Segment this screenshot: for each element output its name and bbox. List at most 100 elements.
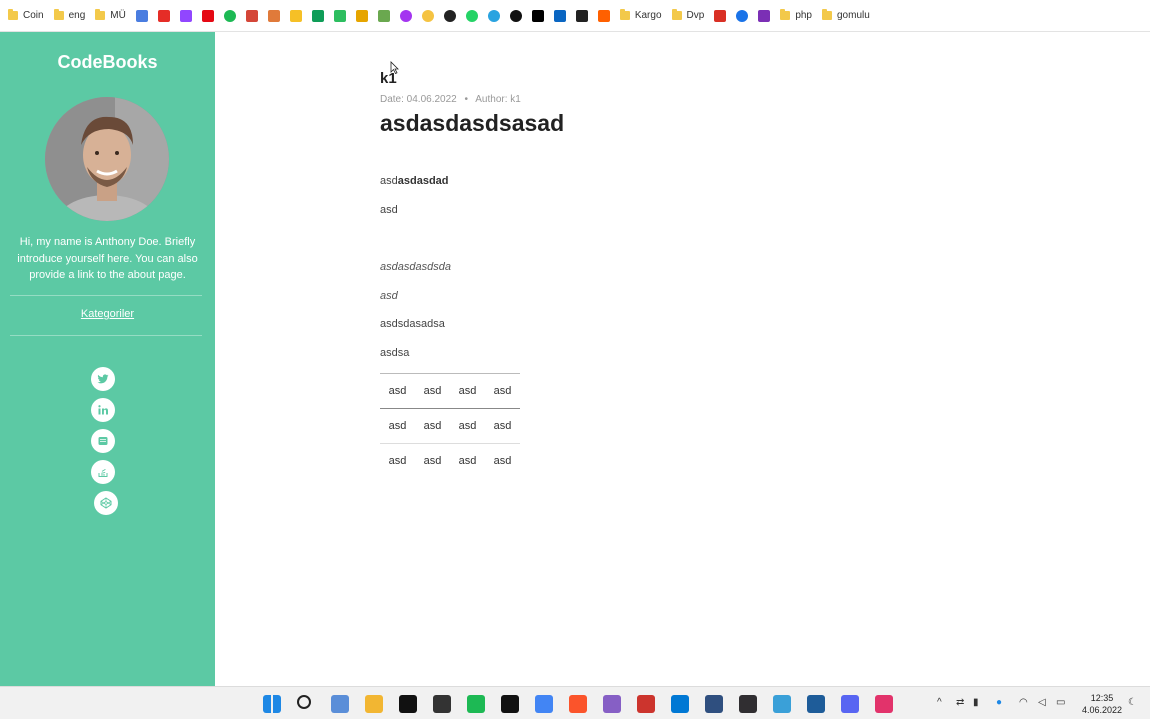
- snipping-icon[interactable]: [773, 695, 791, 713]
- bookmark-label: Dvp: [686, 10, 705, 21]
- bookmark-item[interactable]: [179, 5, 192, 27]
- spotify-icon[interactable]: [467, 695, 485, 713]
- bookmark-folder[interactable]: eng: [53, 5, 86, 27]
- folder-icon: [780, 9, 791, 20]
- bookmark-item[interactable]: [487, 5, 500, 27]
- wifi-icon[interactable]: ◠: [1019, 697, 1028, 708]
- bookmark-item[interactable]: [736, 5, 749, 27]
- bookmark-item[interactable]: [509, 5, 522, 27]
- twitter-link[interactable]: [91, 367, 115, 391]
- dev-icon[interactable]: [705, 695, 723, 713]
- tray-monitor-icon[interactable]: ▮: [973, 697, 979, 708]
- play-icon: [736, 9, 749, 22]
- volume-icon[interactable]: ◁: [1038, 697, 1046, 708]
- categories-link[interactable]: Kategoriler: [0, 308, 215, 320]
- bookmark-item[interactable]: [267, 5, 280, 27]
- chrome-icon[interactable]: [535, 695, 553, 713]
- tray-sync-icon[interactable]: ⇄: [956, 697, 964, 708]
- folder-icon: [8, 9, 18, 20]
- file-explorer-icon[interactable]: [365, 695, 383, 713]
- tray-overflow-icon[interactable]: ^: [937, 697, 942, 708]
- bookmark-item[interactable]: [597, 5, 610, 27]
- table-cell: asd: [485, 443, 520, 479]
- bookmark-label: eng: [68, 10, 86, 21]
- color-picker-icon[interactable]: [875, 695, 893, 713]
- table-cell: asd: [380, 443, 415, 479]
- bookmark-item[interactable]: [465, 5, 478, 27]
- github-link[interactable]: [91, 429, 115, 453]
- bookmark-item[interactable]: [553, 5, 566, 27]
- app-icon: [355, 9, 368, 22]
- paragraph-italic-text: asd: [380, 290, 398, 302]
- widgets-icon[interactable]: [331, 695, 349, 713]
- bookmark-item[interactable]: [531, 5, 544, 27]
- vscode-icon[interactable]: [671, 695, 689, 713]
- bookmark-folder[interactable]: Coin: [8, 5, 44, 27]
- folder-icon: [619, 9, 630, 20]
- linkedin-icon: [553, 9, 566, 22]
- post-meta: Date: 04.06.2022 • Author: k1: [380, 94, 521, 105]
- ruby-icon[interactable]: [637, 695, 655, 713]
- bookmark-folder[interactable]: Kargo: [619, 5, 662, 27]
- windows-start-icon[interactable]: [263, 695, 281, 713]
- hepsiburada-icon: [597, 9, 610, 22]
- bookmark-folder[interactable]: Dvp: [671, 5, 705, 27]
- paragraph-text: asd: [380, 261, 398, 273]
- bookmark-item[interactable]: [399, 5, 412, 27]
- table-cell: asd: [450, 408, 485, 444]
- post-content: k1 Date: 04.06.2022 • Author: k1 asdasda…: [215, 32, 1150, 686]
- folder-icon: [822, 9, 832, 20]
- system-clock[interactable]: 12:35 4.06.2022: [1082, 692, 1122, 716]
- bookmark-item[interactable]: [157, 5, 170, 27]
- twitter-icon: [97, 374, 109, 384]
- table-cell: asd: [485, 373, 520, 409]
- battery-icon[interactable]: ▭: [1056, 697, 1065, 708]
- tray-mic-icon[interactable]: ●: [996, 697, 1002, 708]
- bookmark-item[interactable]: [201, 5, 214, 27]
- bookmark-item[interactable]: [443, 5, 456, 27]
- table-cell: asd: [380, 373, 415, 409]
- table-cell: asd: [450, 443, 485, 479]
- circle-icon: [421, 9, 434, 22]
- terminal-icon[interactable]: [399, 695, 417, 713]
- virtualbox-icon[interactable]: [807, 695, 825, 713]
- bookmark-item[interactable]: [245, 5, 258, 27]
- codepen-link[interactable]: [94, 491, 118, 515]
- bookmark-item[interactable]: [135, 5, 148, 27]
- bookmark-item[interactable]: [714, 5, 727, 27]
- bookmark-folder[interactable]: gomulu: [822, 5, 870, 27]
- bookmark-item[interactable]: [311, 5, 324, 27]
- search-icon[interactable]: [297, 695, 311, 709]
- notifications-icon[interactable]: ☾: [1128, 697, 1137, 708]
- k-icon: [758, 9, 771, 22]
- notion-icon[interactable]: [501, 695, 519, 713]
- bookmark-item[interactable]: [289, 5, 302, 27]
- bookmark-item[interactable]: [575, 5, 588, 27]
- bookmark-label: Kargo: [634, 10, 662, 21]
- bookmark-item[interactable]: [421, 5, 434, 27]
- bookmark-item[interactable]: [223, 5, 236, 27]
- visual-studio-icon[interactable]: [603, 695, 621, 713]
- bookmark-item[interactable]: [377, 5, 390, 27]
- bookmark-folder[interactable]: php: [780, 5, 812, 27]
- folder-icon: [95, 9, 106, 20]
- table-row: asd asd asd asd: [380, 408, 520, 444]
- obs-icon[interactable]: [739, 695, 757, 713]
- netflix-icon: [201, 9, 214, 22]
- media-player-icon[interactable]: [433, 695, 451, 713]
- linkedin-icon: [98, 405, 108, 415]
- site-brand[interactable]: CodeBooks: [0, 52, 215, 73]
- stack-overflow-link[interactable]: [91, 460, 115, 484]
- bookmark-item[interactable]: [333, 5, 346, 27]
- linkedin-link[interactable]: [91, 398, 115, 422]
- folder-icon: [53, 9, 64, 20]
- bookmark-item[interactable]: [758, 5, 771, 27]
- whatsapp-icon: [465, 9, 478, 22]
- bookmark-item[interactable]: [355, 5, 368, 27]
- discord-icon[interactable]: [841, 695, 859, 713]
- bookmark-folder[interactable]: MÜ: [95, 5, 126, 27]
- table-cell: asd: [415, 373, 450, 409]
- sidebar-divider: [10, 335, 202, 336]
- brave-icon[interactable]: [569, 695, 587, 713]
- threads-icon: [509, 9, 522, 22]
